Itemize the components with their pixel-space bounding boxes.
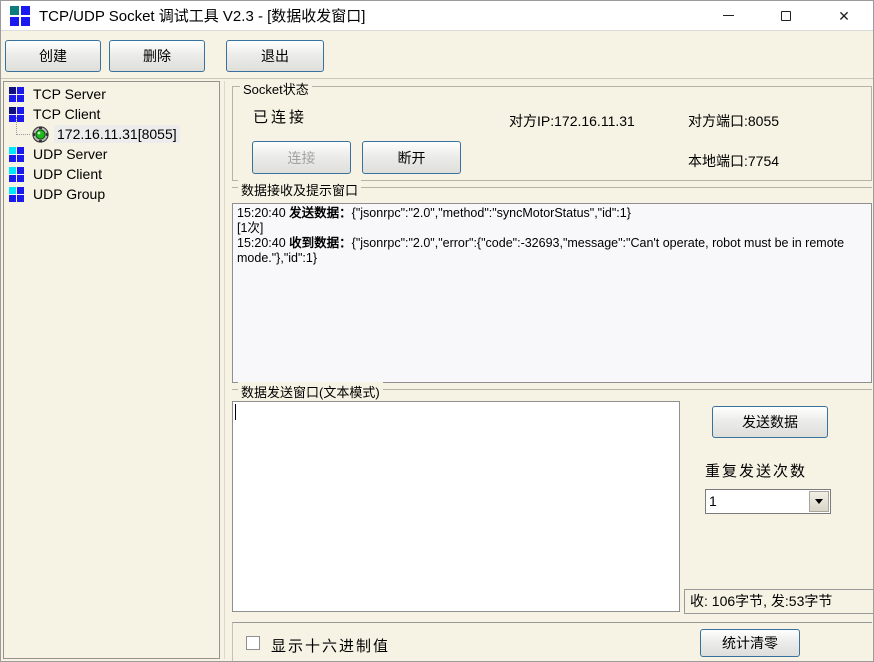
text-caret xyxy=(235,404,236,420)
send-data-button[interactable]: 发送数据 xyxy=(712,406,828,438)
peer-port-label: 对方端口:8055 xyxy=(688,111,779,131)
receive-log[interactable]: 15:20:40 发送数据：{"jsonrpc":"2.0","method":… xyxy=(232,203,872,383)
close-icon: ✕ xyxy=(838,9,850,23)
log-line: 15:20:40 收到数据：{"jsonrpc":"2.0","error":{… xyxy=(237,236,867,266)
connection-tree: TCP Server TCP Client 172.16.11.31[8055] UD… xyxy=(3,81,220,659)
tree-item-tcp-client[interactable]: TCP Client xyxy=(4,104,219,124)
tree-item-label: 172.16.11.31[8055] xyxy=(54,125,180,143)
tcp-node-icon xyxy=(9,87,24,102)
disconnect-button[interactable]: 断开 xyxy=(362,141,461,174)
main-content: Socket状态 已连接 对方IP:172.16.11.31 对方端口:8055… xyxy=(229,79,873,661)
title-bar: TCP/UDP Socket 调试工具 V2.3 - [数据收发窗口] ✕ xyxy=(1,1,873,31)
connect-button[interactable]: 连接 xyxy=(252,141,351,174)
repeat-count-label: 重复发送次数 xyxy=(705,460,807,481)
window-title: TCP/UDP Socket 调试工具 V2.3 - [数据收发窗口] xyxy=(39,5,365,26)
repeat-count-value: 1 xyxy=(709,493,717,509)
create-button[interactable]: 创建 xyxy=(5,40,101,72)
toolbar: 创建 删除 退出 xyxy=(1,32,873,79)
tree-item-udp-server[interactable]: UDP Server xyxy=(4,144,219,164)
exit-button[interactable]: 退出 xyxy=(226,40,324,72)
tree-item-tcp-server[interactable]: TCP Server xyxy=(4,84,219,104)
tree-item-label: TCP Client xyxy=(30,105,103,123)
minimize-button[interactable] xyxy=(699,1,757,30)
tree-item-udp-group[interactable]: UDP Group xyxy=(4,184,219,204)
bottom-panel: 显示十六进制值 统计清零 xyxy=(232,622,872,661)
socket-status-group: Socket状态 已连接 对方IP:172.16.11.31 对方端口:8055… xyxy=(232,86,872,181)
tree-item-label: TCP Server xyxy=(30,85,109,103)
connected-socket-icon xyxy=(32,126,49,143)
tree-item-172-16-11-31-8055-[interactable]: 172.16.11.31[8055] xyxy=(4,124,219,144)
maximize-icon xyxy=(781,11,791,21)
delete-button[interactable]: 删除 xyxy=(109,40,205,72)
minimize-icon xyxy=(723,15,734,16)
tree-item-label: UDP Group xyxy=(30,185,108,203)
tree-item-label: UDP Client xyxy=(30,165,105,183)
app-window: TCP/UDP Socket 调试工具 V2.3 - [数据收发窗口] ✕ 创建… xyxy=(0,0,874,662)
clear-stats-button[interactable]: 统计清零 xyxy=(700,629,800,657)
socket-status-group-title: Socket状态 xyxy=(240,79,312,98)
byte-counter: 收: 106字节, 发:53字节 xyxy=(684,589,874,614)
combobox-dropdown-button[interactable] xyxy=(809,491,829,512)
app-icon xyxy=(10,6,30,26)
close-button[interactable]: ✕ xyxy=(815,1,873,30)
panel-splitter[interactable] xyxy=(224,81,225,659)
chevron-down-icon xyxy=(815,499,823,504)
repeat-count-combobox[interactable]: 1 xyxy=(705,489,831,514)
udp-node-icon xyxy=(9,147,24,162)
show-hex-label: 显示十六进制值 xyxy=(271,635,390,656)
send-data-input[interactable] xyxy=(232,401,680,612)
local-port-label: 本地端口:7754 xyxy=(688,151,779,171)
tree-connector-line xyxy=(16,117,30,135)
tree-item-udp-client[interactable]: UDP Client xyxy=(4,164,219,184)
udp-node-icon xyxy=(9,187,24,202)
tree-item-label: UDP Server xyxy=(30,145,110,163)
send-group-title: 数据发送窗口(文本模式) xyxy=(238,382,383,401)
peer-ip-label: 对方IP:172.16.11.31 xyxy=(509,111,635,131)
connection-state-label: 已连接 xyxy=(253,106,307,127)
maximize-button[interactable] xyxy=(757,1,815,30)
log-line: 15:20:40 发送数据：{"jsonrpc":"2.0","method":… xyxy=(237,206,867,221)
window-controls: ✕ xyxy=(699,1,873,30)
udp-node-icon xyxy=(9,167,24,182)
log-line: [1次] xyxy=(237,221,867,236)
show-hex-checkbox[interactable] xyxy=(246,636,260,650)
receive-group-title: 数据接收及提示窗口 xyxy=(238,180,361,199)
